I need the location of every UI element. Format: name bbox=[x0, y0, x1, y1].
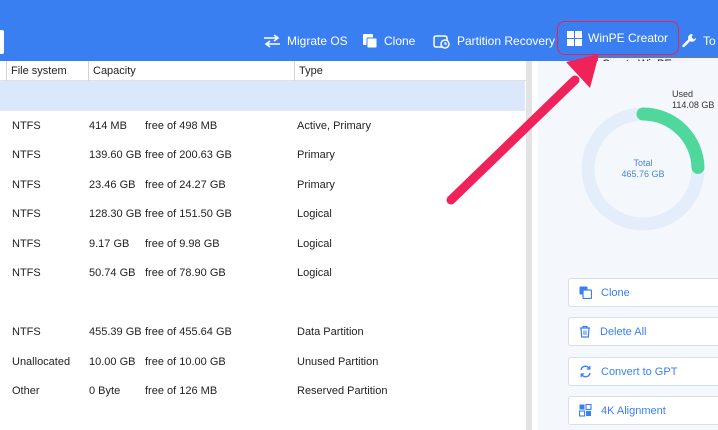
delete-all-label: Delete All bbox=[600, 325, 647, 338]
cell-used: 9.17 GB bbox=[89, 238, 130, 250]
toolbar-left-edge bbox=[0, 30, 4, 54]
convert-icon bbox=[580, 365, 591, 378]
cell-used: 139.60 GB bbox=[89, 149, 142, 161]
cell-file-system: Other bbox=[12, 385, 40, 397]
cell-file-system: NTFS bbox=[12, 208, 41, 220]
cell-file-system: NTFS bbox=[12, 267, 41, 279]
cell-file-system: NTFS bbox=[12, 238, 41, 250]
cell-free-of: free of 9.98 GB bbox=[145, 238, 220, 250]
total-value: 465.76 GB bbox=[621, 169, 665, 179]
column-header-type[interactable]: Type bbox=[294, 61, 530, 81]
cell-free-of: free of 126 MB bbox=[145, 385, 218, 397]
table-row[interactable]: NTFS 50.74 GB free of 78.90 GB Logical bbox=[0, 259, 525, 288]
migrate-os-button[interactable]: Migrate OS bbox=[263, 28, 348, 54]
wrench-icon bbox=[682, 34, 696, 48]
clone-toolbar-label: Clone bbox=[384, 34, 416, 48]
cell-type: Unused Partition bbox=[297, 356, 379, 368]
cell-used: 455.39 GB bbox=[89, 326, 142, 338]
cell-type: Logical bbox=[297, 238, 332, 250]
convert-to-gpt-label: Convert to GPT bbox=[601, 365, 678, 378]
partition-recovery-button[interactable]: Partition Recovery bbox=[433, 28, 555, 54]
column-header-file-system[interactable]: File system bbox=[6, 61, 88, 81]
cell-file-system: NTFS bbox=[12, 326, 41, 338]
cell-free-of: free of 24.27 GB bbox=[145, 179, 226, 191]
used-label: Used bbox=[672, 89, 694, 99]
clone-button[interactable]: Clone bbox=[568, 278, 718, 307]
total-label: Total bbox=[633, 158, 653, 168]
winpe-creator-button[interactable]: WinPE Creator bbox=[557, 21, 680, 55]
table-row[interactable]: Other 0 Byte free of 126 MB Reserved Par… bbox=[0, 377, 525, 406]
partition-table-header: File system Capacity Type bbox=[0, 61, 530, 81]
cell-type: Data Partition bbox=[297, 326, 364, 338]
clone-icon bbox=[579, 286, 592, 299]
clone-toolbar-button[interactable]: Clone bbox=[362, 28, 415, 54]
trash-icon bbox=[580, 325, 590, 338]
partition-recovery-icon bbox=[433, 35, 450, 49]
table-row[interactable]: NTFS 9.17 GB free of 9.98 GB Logical bbox=[0, 230, 525, 259]
cell-used: 414 MB bbox=[89, 120, 127, 132]
cell-type: Primary bbox=[297, 179, 335, 191]
cell-used: 10.00 GB bbox=[89, 356, 136, 368]
clone-button-label: Clone bbox=[601, 286, 630, 299]
cell-free-of: free of 200.63 GB bbox=[145, 149, 232, 161]
cell-type: Reserved Partition bbox=[297, 385, 388, 397]
table-scrollbar[interactable] bbox=[526, 61, 532, 430]
migrate-os-label: Migrate OS bbox=[287, 34, 348, 48]
table-row[interactable]: NTFS 455.39 GB free of 455.64 GB Data Pa… bbox=[0, 318, 525, 347]
cell-free-of: free of 455.64 GB bbox=[145, 326, 232, 338]
cell-used: 0 Byte bbox=[89, 385, 121, 397]
4k-alignment-label: 4K Alignment bbox=[601, 404, 666, 417]
clone-icon bbox=[363, 34, 378, 49]
migrate-arrows-icon bbox=[264, 34, 280, 48]
cell-used: 50.74 GB bbox=[89, 267, 136, 279]
cell-free-of: free of 78.90 GB bbox=[145, 267, 226, 279]
alignment-icon bbox=[579, 404, 592, 417]
selected-disk-row[interactable] bbox=[0, 81, 525, 111]
delete-all-button[interactable]: Delete All bbox=[568, 317, 718, 346]
cell-used: 23.46 GB bbox=[89, 179, 136, 191]
table-row[interactable]: Unallocated 10.00 GB free of 10.00 GB Un… bbox=[0, 348, 525, 377]
cell-used: 128.30 GB bbox=[89, 208, 142, 220]
cell-free-of: free of 498 MB bbox=[145, 120, 218, 132]
table-row[interactable]: NTFS 128.30 GB free of 151.50 GB Logical bbox=[0, 200, 525, 229]
partition-recovery-label: Partition Recovery bbox=[457, 34, 556, 48]
table-row[interactable]: NTFS 139.60 GB free of 200.63 GB Primary bbox=[0, 141, 525, 170]
column-header-capacity[interactable]: Capacity bbox=[88, 61, 294, 81]
cell-type: Active, Primary bbox=[297, 120, 371, 132]
cell-free-of: free of 151.50 GB bbox=[145, 208, 232, 220]
table-row[interactable]: NTFS 414 MB free of 498 MB Active, Prima… bbox=[0, 112, 525, 141]
windows-icon bbox=[567, 30, 582, 46]
used-value: 114.08 GB bbox=[672, 100, 715, 110]
cell-file-system: Unallocated bbox=[12, 356, 71, 368]
cell-type: Logical bbox=[297, 208, 332, 220]
cell-type: Primary bbox=[297, 149, 335, 161]
top-toolbar: Migrate OS Clone Partition Recovery WinP… bbox=[0, 0, 718, 61]
cell-free-of: free of 10.00 GB bbox=[145, 356, 226, 368]
convert-to-gpt-button[interactable]: Convert to GPT bbox=[568, 357, 718, 386]
tools-label: To bbox=[703, 34, 716, 48]
table-row[interactable]: NTFS 23.46 GB free of 24.27 GB Primary bbox=[0, 171, 525, 200]
4k-alignment-button[interactable]: 4K Alignment bbox=[568, 396, 718, 425]
tools-button[interactable]: To bbox=[681, 28, 716, 54]
cell-type: Logical bbox=[297, 267, 332, 279]
cell-file-system: NTFS bbox=[12, 149, 41, 161]
winpe-creator-label: WinPE Creator bbox=[588, 31, 669, 45]
cell-file-system: NTFS bbox=[12, 179, 41, 191]
cell-file-system: NTFS bbox=[12, 120, 41, 132]
